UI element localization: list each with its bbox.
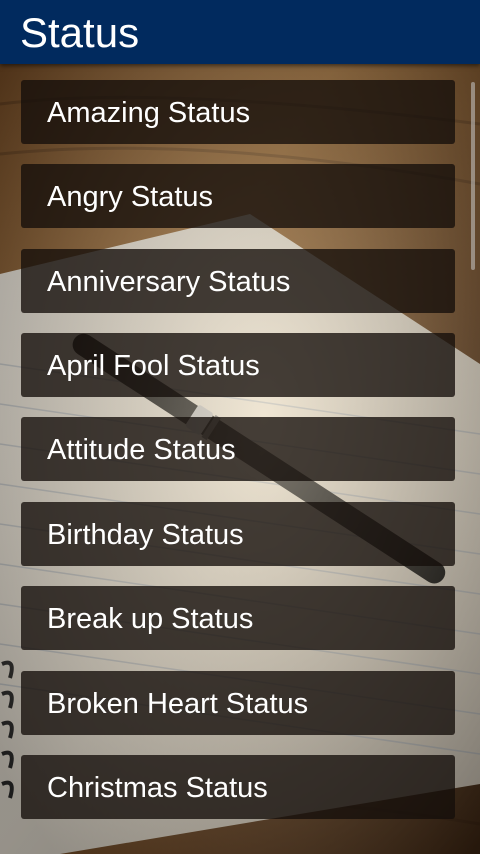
list-item-label: Anniversary Status	[47, 266, 291, 298]
list-item-label: Attitude Status	[47, 434, 236, 466]
list-item-label: Angry Status	[47, 181, 214, 213]
list-item[interactable]: Attitude Status	[21, 417, 455, 481]
list-item[interactable]: Broken Heart Status	[21, 671, 455, 735]
app-title: Status	[20, 9, 140, 56]
list-item[interactable]: April Fool Status	[21, 333, 455, 397]
list-item[interactable]: Christmas Status	[21, 755, 455, 819]
list-item-label: Christmas Status	[47, 772, 268, 804]
list-item[interactable]: Amazing Status	[21, 80, 455, 144]
list-item-label: Break up Status	[47, 603, 254, 635]
list-item[interactable]: Angry Status	[21, 164, 455, 228]
status-category-list: Amazing Status Angry Status Anniversary …	[0, 64, 480, 854]
list-item-label: Birthday Status	[47, 519, 244, 551]
app-bar: Status	[0, 0, 480, 64]
list-item-label: Amazing Status	[47, 97, 251, 129]
list-item-label: Broken Heart Status	[47, 688, 309, 720]
list-item[interactable]: Birthday Status	[21, 502, 455, 566]
list-item[interactable]: Break up Status	[21, 586, 455, 650]
list-item[interactable]: Anniversary Status	[21, 249, 455, 313]
list-item-label: April Fool Status	[47, 350, 260, 382]
scrollbar[interactable]	[471, 82, 475, 270]
